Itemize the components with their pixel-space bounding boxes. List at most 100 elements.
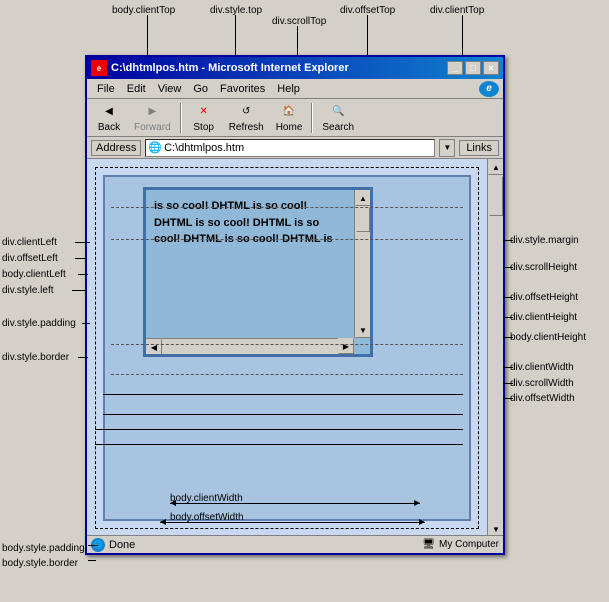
search-button[interactable]: 🔍 Search [317, 100, 359, 136]
measure-line-h3 [111, 344, 463, 345]
maximize-button[interactable]: □ [465, 61, 481, 75]
line-div-style-padding [82, 323, 90, 324]
ie-logo: e [479, 81, 499, 97]
line-div-client-height [503, 317, 513, 318]
main-container: body.clientTop div.style.top div.scrollT… [0, 0, 609, 602]
computer-icon: 🖥 [422, 539, 435, 550]
menu-go[interactable]: Go [187, 81, 214, 97]
menu-file[interactable]: File [91, 81, 121, 97]
measure-line-h4 [111, 374, 463, 375]
menu-view[interactable]: View [152, 81, 188, 97]
menu-help[interactable]: Help [271, 81, 306, 97]
div-scroll-thumb-v[interactable] [356, 207, 370, 232]
line-body-offset-width [160, 522, 425, 523]
window-title: C:\dhtmlpos.htm - Microsoft Internet Exp… [111, 62, 447, 74]
menu-bar: File Edit View Go Favorites Help e [87, 79, 503, 99]
title-bar: e C:\dhtmlpos.htm - Microsoft Internet E… [87, 57, 503, 79]
line-body-client-top [147, 15, 148, 57]
toolbar-separator-1 [180, 103, 182, 133]
label-div-style-padding: div.style.padding [2, 318, 76, 329]
label-div-scroll-top: div.scrollTop [272, 16, 326, 27]
div-text: is so cool! DHTML is so cool! DHTML is s… [154, 198, 346, 248]
label-div-offset-left: div.offsetLeft [2, 253, 58, 264]
ie-icon: e [91, 60, 107, 76]
div-hscrollbar[interactable]: ◀ ▶ [146, 338, 354, 354]
measure-line-h6 [103, 414, 463, 415]
line-div-client-top2 [462, 15, 463, 57]
label-div-client-height: div.clientHeight [510, 312, 577, 323]
label-body-client-left: body.clientLeft [2, 269, 66, 280]
label-div-offset-height: div.offsetHeight [510, 292, 578, 303]
label-div-scroll-width: div.scrollWidth [510, 378, 574, 389]
refresh-button[interactable]: ↺ Refresh [224, 100, 269, 136]
label-div-style-left: div.style.left [2, 285, 54, 296]
line-div-style-margin [503, 240, 513, 241]
line-body-client-height [503, 337, 513, 338]
line-body-client-left [78, 274, 88, 275]
arrow-left [170, 500, 176, 506]
line-body-style-border [88, 560, 96, 561]
label-div-client-width: div.clientWidth [510, 362, 574, 373]
line-div-client-width [503, 367, 513, 368]
home-button[interactable]: 🏠 Home [271, 100, 308, 136]
measure-line-h5 [103, 394, 463, 395]
div-scroll-up[interactable]: ▲ [355, 190, 371, 206]
browser-scroll-thumb[interactable] [489, 176, 503, 216]
search-icon: 🔍 [328, 103, 348, 121]
status-bar: 🌐 Done 🖥 My Computer [87, 535, 503, 553]
browser-vscrollbar[interactable]: ▲ ▼ [487, 159, 503, 537]
label-div-style-border: div.style.border [2, 352, 69, 363]
close-button[interactable]: × [483, 61, 499, 75]
links-button[interactable]: Links [459, 140, 499, 156]
address-icon: 🌐 C:\dhtmlpos.htm [145, 139, 435, 157]
menu-edit[interactable]: Edit [121, 81, 152, 97]
line-div-style-left [72, 290, 87, 291]
measure-line-h2 [111, 239, 463, 240]
line-body-client-width [170, 503, 420, 504]
label-body-style-border: body.style.border [2, 558, 78, 569]
stop-button[interactable]: ✕ Stop [186, 100, 222, 136]
forward-button[interactable]: ▶ Forward [129, 100, 176, 136]
label-div-client-top2: div.clientTop [430, 5, 484, 16]
refresh-icon: ↺ [236, 103, 256, 121]
div-scroll-left[interactable]: ◀ [146, 339, 162, 355]
line-div-offset-left [75, 258, 87, 259]
browser-scroll-up-btn[interactable]: ▲ [488, 159, 503, 175]
line-div-client-left [75, 242, 90, 243]
toolbar: ◀ Back ▶ Forward ✕ Stop ↺ Refresh 🏠 Home [87, 99, 503, 137]
menu-favorites[interactable]: Favorites [214, 81, 271, 97]
address-bar: Address 🌐 C:\dhtmlpos.htm ▼ Links [87, 137, 503, 159]
status-right: 🖥 My Computer [422, 539, 499, 550]
toolbar-separator-2 [311, 103, 313, 133]
measure-line-h8 [95, 444, 463, 445]
status-right-text: My Computer [439, 539, 499, 550]
measure-line-h7 [95, 429, 463, 430]
div-scroll-down[interactable]: ▼ [355, 322, 371, 338]
label-body-client-top: body.clientTop [112, 5, 175, 16]
address-label: Address [91, 140, 141, 156]
arrow-right2 [419, 519, 425, 525]
div-content: is so cool! DHTML is so cool! DHTML is s… [146, 190, 354, 338]
main-div[interactable]: is so cool! DHTML is so cool! DHTML is s… [143, 187, 373, 357]
label-body-client-height: body.clientHeight [510, 332, 586, 343]
stop-icon: ✕ [194, 103, 214, 121]
line-div-style-border [78, 357, 88, 358]
content-area: is so cool! DHTML is so cool! DHTML is s… [87, 159, 503, 553]
window-controls: _ □ × [447, 61, 499, 75]
line-div-offset-top [367, 15, 368, 57]
label-div-scroll-height: div.scrollHeight [510, 262, 577, 273]
measure-line-h1 [111, 207, 463, 208]
minimize-button[interactable]: _ [447, 61, 463, 75]
ie-window: e C:\dhtmlpos.htm - Microsoft Internet E… [85, 55, 505, 555]
back-button[interactable]: ◀ Back [91, 100, 127, 136]
address-dropdown[interactable]: ▼ [439, 139, 455, 157]
back-icon: ◀ [99, 103, 119, 121]
line-div-style-top [235, 15, 236, 57]
status-text: Done [109, 539, 422, 551]
address-value: C:\dhtmlpos.htm [164, 142, 244, 154]
div-vscrollbar[interactable]: ▲ ▼ [354, 190, 370, 338]
label-div-style-margin: div.style.margin [510, 235, 579, 246]
label-body-style-padding: body.style.padding [2, 543, 85, 554]
div-scroll-right[interactable]: ▶ [338, 338, 354, 354]
label-div-client-left: div.clientLeft [2, 237, 57, 248]
